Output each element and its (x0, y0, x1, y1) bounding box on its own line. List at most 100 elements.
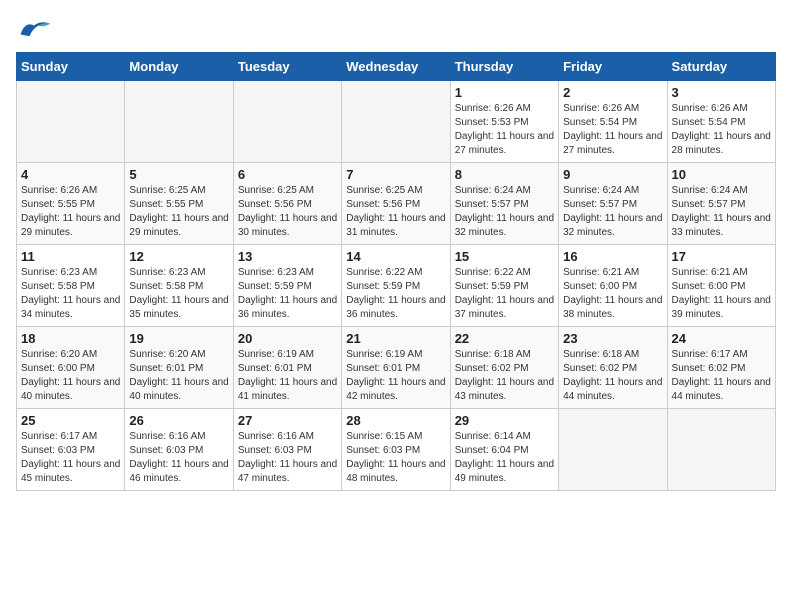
day-number: 6 (238, 167, 337, 182)
day-number: 21 (346, 331, 445, 346)
day-number: 5 (129, 167, 228, 182)
day-number: 9 (563, 167, 662, 182)
week-row-4: 18 Sunrise: 6:20 AM Sunset: 6:00 PM Dayli… (17, 327, 776, 409)
day-number: 19 (129, 331, 228, 346)
day-info: Sunrise: 6:20 AM Sunset: 6:01 PM Dayligh… (129, 348, 228, 404)
calendar-cell: 26 Sunrise: 6:16 AM Sunset: 6:03 PM Dayli… (125, 409, 233, 491)
day-info: Sunrise: 6:18 AM Sunset: 6:02 PM Dayligh… (455, 348, 554, 404)
calendar-cell: 9 Sunrise: 6:24 AM Sunset: 5:57 PM Daylig… (559, 163, 667, 245)
calendar-cell: 13Sunrise: 6:23 AM Sunset: 5:59 PM Dayli… (233, 245, 341, 327)
day-info: Sunrise: 6:23 AM Sunset: 5:58 PM Dayligh… (129, 266, 228, 322)
calendar-cell: 11 Sunrise: 6:23 AM Sunset: 5:58 PM Dayli… (17, 245, 125, 327)
page-header (16, 16, 776, 44)
day-info: Sunrise: 6:17 AM Sunset: 6:02 PM Dayligh… (672, 348, 771, 404)
day-number: 11 (21, 249, 120, 264)
calendar-cell: 8 Sunrise: 6:24 AM Sunset: 5:57 PM Daylig… (450, 163, 558, 245)
day-number: 17 (672, 249, 771, 264)
day-number: 4 (21, 167, 120, 182)
calendar-cell: 18 Sunrise: 6:20 AM Sunset: 6:00 PM Dayli… (17, 327, 125, 409)
header-row: SundayMondayTuesdayWednesdayThursdayFrid… (17, 53, 776, 81)
day-number: 3 (672, 85, 771, 100)
header-day-friday: Friday (559, 53, 667, 81)
day-info: Sunrise: 6:21 AM Sunset: 6:00 PM Dayligh… (672, 266, 771, 322)
day-number: 16 (563, 249, 662, 264)
header-day-monday: Monday (125, 53, 233, 81)
day-info: Sunrise: 6:25 AM Sunset: 5:56 PM Dayligh… (238, 184, 337, 240)
day-info: Sunrise: 6:25 AM Sunset: 5:55 PM Dayligh… (129, 184, 228, 240)
day-info: Sunrise: 6:24 AM Sunset: 5:57 PM Dayligh… (455, 184, 554, 240)
calendar-cell: 21 Sunrise: 6:19 AM Sunset: 6:01 PM Dayli… (342, 327, 450, 409)
day-info: Sunrise: 6:22 AM Sunset: 5:59 PM Dayligh… (455, 266, 554, 322)
day-number: 7 (346, 167, 445, 182)
day-info: Sunrise: 6:24 AM Sunset: 5:57 PM Dayligh… (563, 184, 662, 240)
logo-icon (16, 16, 52, 44)
calendar-cell: 16 Sunrise: 6:21 AM Sunset: 6:00 PM Dayli… (559, 245, 667, 327)
calendar-cell: 23 Sunrise: 6:18 AM Sunset: 6:02 PM Dayli… (559, 327, 667, 409)
day-info: Sunrise: 6:20 AM Sunset: 6:00 PM Dayligh… (21, 348, 120, 404)
day-number: 20 (238, 331, 337, 346)
day-info: Sunrise: 6:26 AM Sunset: 5:54 PM Dayligh… (672, 102, 771, 158)
calendar-cell: 15 Sunrise: 6:22 AM Sunset: 5:59 PM Dayli… (450, 245, 558, 327)
day-info: Sunrise: 6:22 AM Sunset: 5:59 PM Dayligh… (346, 266, 445, 322)
calendar-table: SundayMondayTuesdayWednesdayThursdayFrid… (16, 52, 776, 491)
calendar-cell: 24 Sunrise: 6:17 AM Sunset: 6:02 PM Dayli… (667, 327, 775, 409)
day-number: 26 (129, 413, 228, 428)
calendar-cell: 6 Sunrise: 6:25 AM Sunset: 5:56 PM Daylig… (233, 163, 341, 245)
header-day-thursday: Thursday (450, 53, 558, 81)
day-info: Sunrise: 6:15 AM Sunset: 6:03 PM Dayligh… (346, 430, 445, 486)
header-day-sunday: Sunday (17, 53, 125, 81)
day-number: 8 (455, 167, 554, 182)
day-info: Sunrise: 6:23 AM Sunset: 5:58 PM Dayligh… (21, 266, 120, 322)
calendar-cell: 14 Sunrise: 6:22 AM Sunset: 5:59 PM Dayli… (342, 245, 450, 327)
calendar-cell (559, 409, 667, 491)
day-number: 2 (563, 85, 662, 100)
calendar-cell: 7 Sunrise: 6:25 AM Sunset: 5:56 PM Daylig… (342, 163, 450, 245)
day-info: Sunrise: 6:26 AM Sunset: 5:54 PM Dayligh… (563, 102, 662, 158)
calendar-cell: 20Sunrise: 6:19 AM Sunset: 6:01 PM Dayli… (233, 327, 341, 409)
day-number: 18 (21, 331, 120, 346)
calendar-cell: 4Sunrise: 6:26 AM Sunset: 5:55 PM Daylig… (17, 163, 125, 245)
calendar-cell: 1 Sunrise: 6:26 AM Sunset: 5:53 PM Daylig… (450, 81, 558, 163)
calendar-cell: 29Sunrise: 6:14 AM Sunset: 6:04 PM Dayli… (450, 409, 558, 491)
day-number: 24 (672, 331, 771, 346)
day-info: Sunrise: 6:18 AM Sunset: 6:02 PM Dayligh… (563, 348, 662, 404)
day-info: Sunrise: 6:16 AM Sunset: 6:03 PM Dayligh… (238, 430, 337, 486)
calendar-cell (667, 409, 775, 491)
calendar-cell (125, 81, 233, 163)
calendar-cell: 10 Sunrise: 6:24 AM Sunset: 5:57 PM Dayli… (667, 163, 775, 245)
day-info: Sunrise: 6:21 AM Sunset: 6:00 PM Dayligh… (563, 266, 662, 322)
calendar-cell (17, 81, 125, 163)
calendar-cell: 17 Sunrise: 6:21 AM Sunset: 6:00 PM Dayli… (667, 245, 775, 327)
week-row-3: 11 Sunrise: 6:23 AM Sunset: 5:58 PM Dayli… (17, 245, 776, 327)
calendar-cell: 3 Sunrise: 6:26 AM Sunset: 5:54 PM Daylig… (667, 81, 775, 163)
day-number: 10 (672, 167, 771, 182)
day-number: 22 (455, 331, 554, 346)
calendar-cell: 12Sunrise: 6:23 AM Sunset: 5:58 PM Dayli… (125, 245, 233, 327)
day-info: Sunrise: 6:25 AM Sunset: 5:56 PM Dayligh… (346, 184, 445, 240)
calendar-cell: 19 Sunrise: 6:20 AM Sunset: 6:01 PM Dayli… (125, 327, 233, 409)
calendar-cell: 28 Sunrise: 6:15 AM Sunset: 6:03 PM Dayli… (342, 409, 450, 491)
day-number: 25 (21, 413, 120, 428)
calendar-cell: 27Sunrise: 6:16 AM Sunset: 6:03 PM Dayli… (233, 409, 341, 491)
day-info: Sunrise: 6:19 AM Sunset: 6:01 PM Dayligh… (346, 348, 445, 404)
day-number: 28 (346, 413, 445, 428)
day-number: 13 (238, 249, 337, 264)
day-number: 14 (346, 249, 445, 264)
week-row-2: 4Sunrise: 6:26 AM Sunset: 5:55 PM Daylig… (17, 163, 776, 245)
week-row-5: 25 Sunrise: 6:17 AM Sunset: 6:03 PM Dayli… (17, 409, 776, 491)
logo (16, 16, 56, 44)
day-info: Sunrise: 6:16 AM Sunset: 6:03 PM Dayligh… (129, 430, 228, 486)
calendar-cell: 25 Sunrise: 6:17 AM Sunset: 6:03 PM Dayli… (17, 409, 125, 491)
day-info: Sunrise: 6:26 AM Sunset: 5:53 PM Dayligh… (455, 102, 554, 158)
calendar-cell: 5 Sunrise: 6:25 AM Sunset: 5:55 PM Daylig… (125, 163, 233, 245)
header-day-wednesday: Wednesday (342, 53, 450, 81)
day-info: Sunrise: 6:24 AM Sunset: 5:57 PM Dayligh… (672, 184, 771, 240)
day-number: 29 (455, 413, 554, 428)
calendar-cell (342, 81, 450, 163)
day-number: 15 (455, 249, 554, 264)
header-day-saturday: Saturday (667, 53, 775, 81)
calendar-cell: 2 Sunrise: 6:26 AM Sunset: 5:54 PM Daylig… (559, 81, 667, 163)
day-number: 1 (455, 85, 554, 100)
day-number: 23 (563, 331, 662, 346)
day-info: Sunrise: 6:17 AM Sunset: 6:03 PM Dayligh… (21, 430, 120, 486)
